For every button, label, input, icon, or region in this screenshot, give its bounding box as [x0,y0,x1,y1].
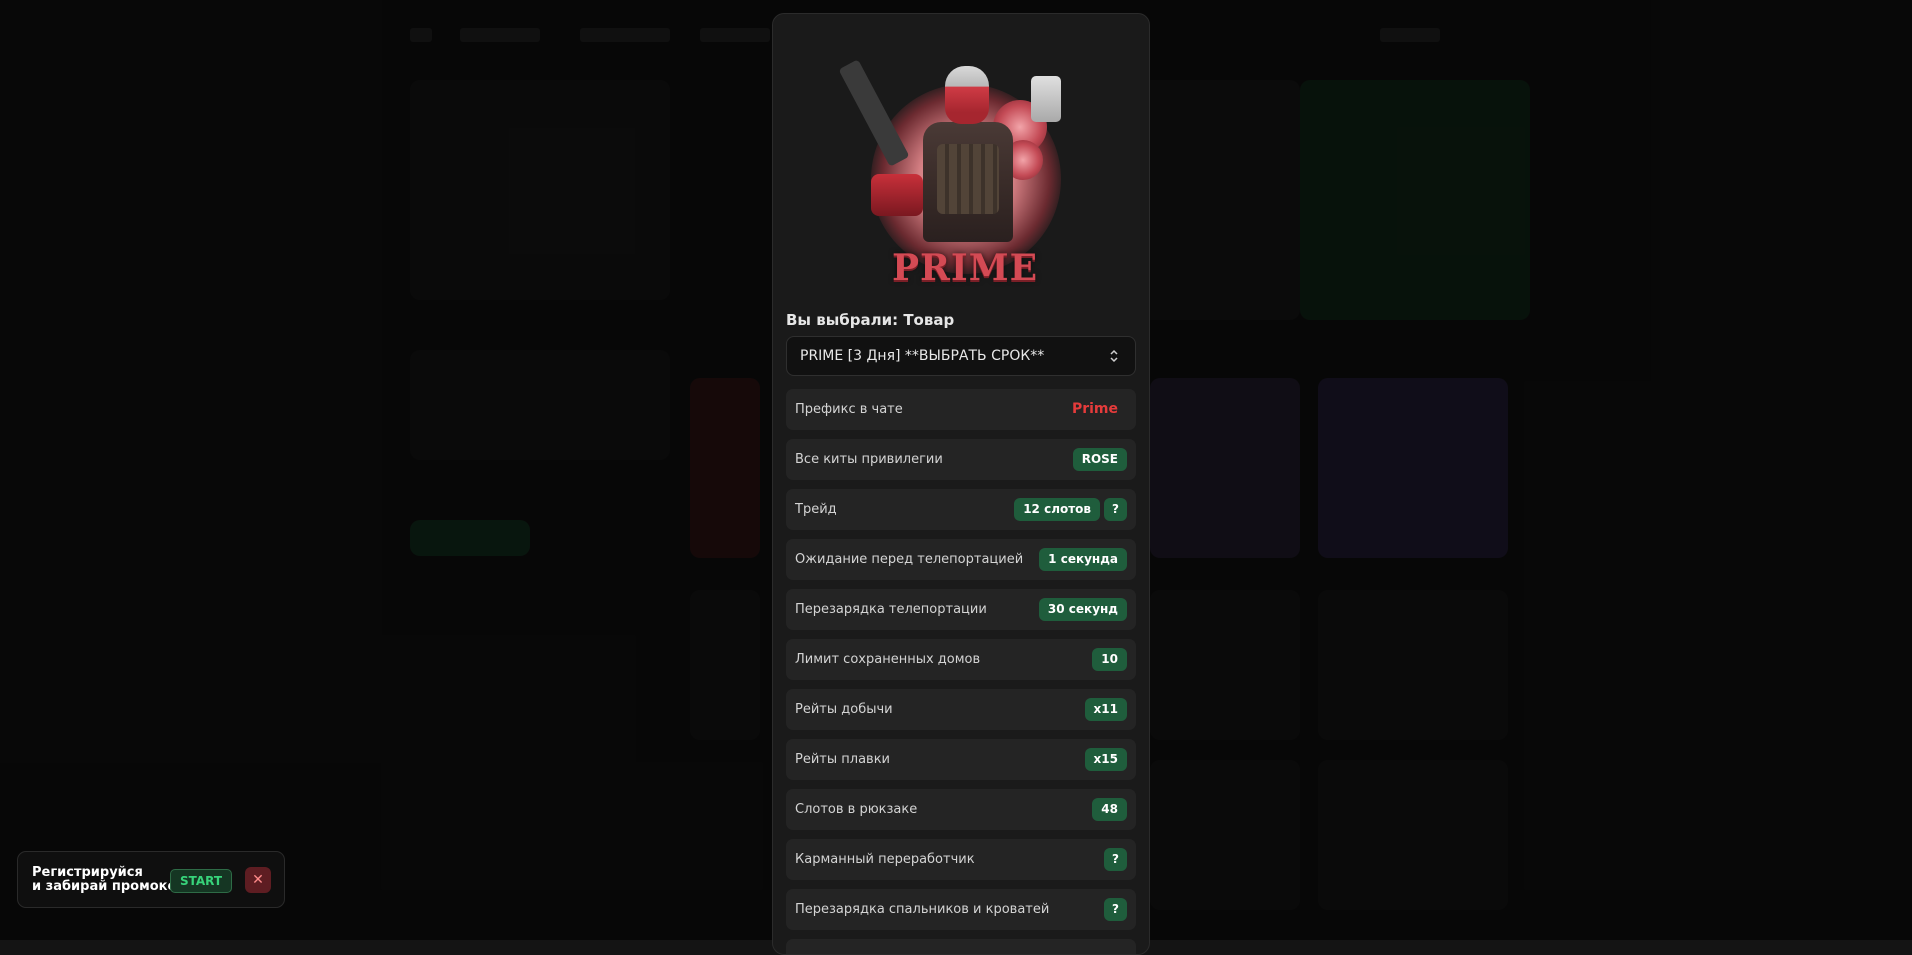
feature-badge: 10 [1092,648,1127,671]
feature-row-homes-limit: Лимит сохраненных домов 10 [786,639,1136,680]
help-button[interactable]: ? [1104,848,1127,871]
feature-badge: 30 секунд [1038,598,1127,621]
feature-row-trade: Трейд 12 слотов ? [786,489,1136,530]
product-image: PRIME [838,44,1077,289]
feature-row-bed-cooldown: Перезарядка спальников и кроватей ? [786,889,1136,930]
feature-row-teleport-wait: Ожидание перед телепортацией 1 секунда [786,539,1136,580]
product-modal: PRIME Вы выбрали: Товар PRIME [3 Дня] **… [772,13,1150,955]
feature-label: Перезарядка телепортации [795,602,987,617]
close-icon[interactable]: ✕ [245,867,271,893]
feature-badge: x15 [1084,748,1127,771]
feature-label: Все киты привилегии [795,452,943,467]
promo-text-line1: Регистрируйся [32,865,143,880]
feature-label: Ожидание перед телепортацией [795,552,1024,567]
feature-badge: x11 [1084,698,1127,721]
feature-label: Рейты добычи [795,702,893,717]
promo-toast: Регистрируйся и забирай промокод START ✕ [17,851,285,908]
feature-badge: 48 [1092,798,1127,821]
feature-row-partial [786,939,1136,954]
start-button[interactable]: START [170,869,233,893]
feature-label: Рейты плавки [795,752,890,767]
feature-list: Префикс в чате Prime Все киты привилегии… [786,389,1136,954]
feature-label: Трейд [795,502,837,517]
feature-row-teleport-cooldown: Перезарядка телепортации 30 секунд [786,589,1136,630]
prefix-value: Prime [1071,401,1118,417]
promo-text-line2: и забирай промокод [32,879,187,894]
feature-label: Перезарядка спальников и кроватей [795,902,1050,917]
feature-row-pocket-recycler: Карманный переработчик ? [786,839,1136,880]
chevron-updown-icon [1110,349,1118,363]
feature-row-kits: Все киты привилегии ROSE [786,439,1136,480]
help-button[interactable]: ? [1104,898,1127,921]
help-button[interactable]: ? [1104,498,1127,521]
duration-select[interactable]: PRIME [3 Дня] **ВЫБРАТЬ СРОК** [786,336,1136,376]
feature-row-chat-prefix: Префикс в чате Prime [786,389,1136,430]
feature-badge: ROSE [1072,448,1127,471]
feature-row-backpack-slots: Слотов в рюкзаке 48 [786,789,1136,830]
feature-row-gather-rates: Рейты добычи x11 [786,689,1136,730]
feature-label: Лимит сохраненных домов [795,652,981,667]
feature-badge: 12 слотов [1014,498,1101,521]
feature-label: Слотов в рюкзаке [795,802,918,817]
selected-product-label: Вы выбрали: Товар [786,311,955,329]
feature-row-smelt-rates: Рейты плавки x15 [786,739,1136,780]
duration-select-value: PRIME [3 Дня] **ВЫБРАТЬ СРОК** [800,348,1045,364]
feature-label: Карманный переработчик [795,852,975,867]
feature-label: Префикс в чате [795,402,903,417]
feature-badge: 1 секунда [1039,548,1127,571]
prime-logo: PRIME [891,247,1039,289]
